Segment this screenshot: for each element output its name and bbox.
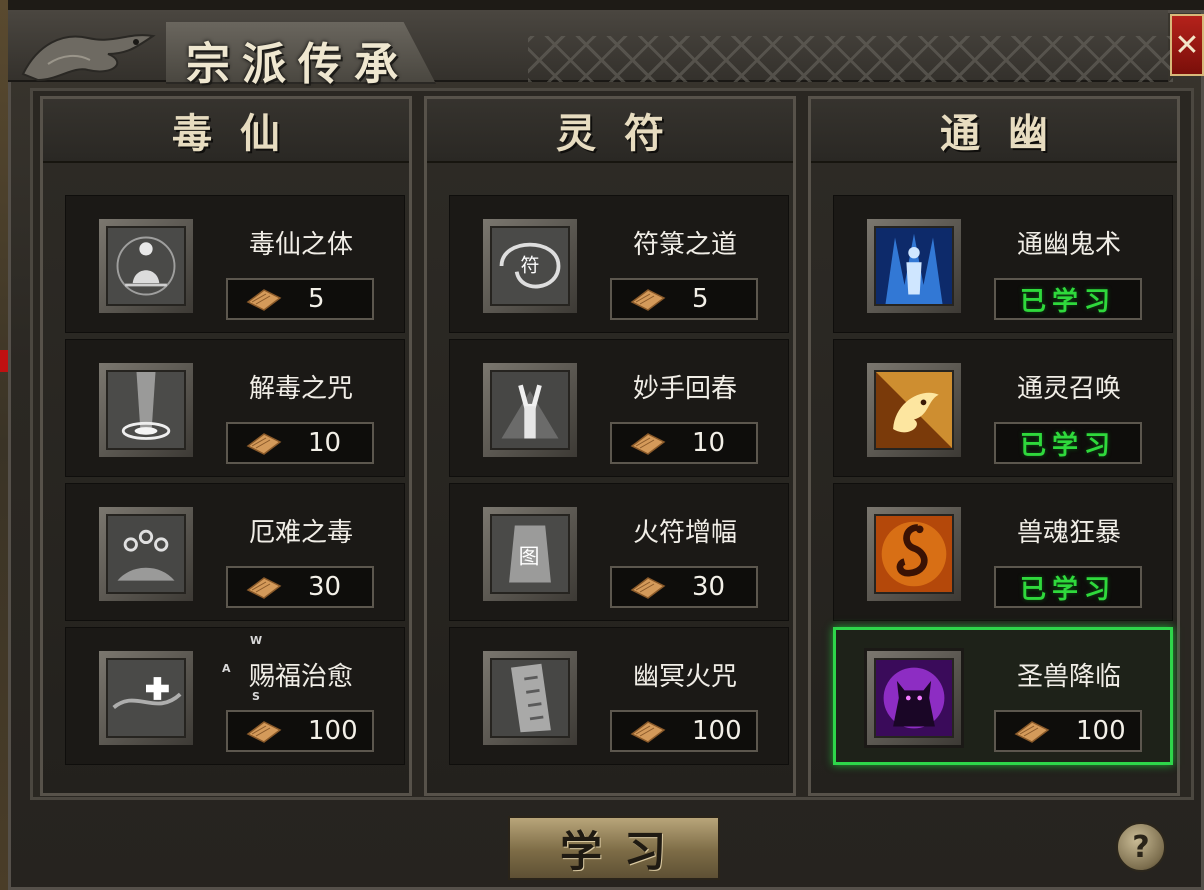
skill-icon-frame: 符 — [480, 216, 580, 316]
skill-icon-frame — [96, 648, 196, 748]
skill-card[interactable]: 通灵召唤 已学习 — [833, 339, 1173, 477]
window-title: 宗派传承 — [186, 39, 410, 90]
scroll-currency-icon — [630, 433, 666, 455]
skill-card[interactable]: 赐福治愈 100 W A S — [65, 627, 405, 765]
skill-card[interactable]: 图 火符增幅 30 — [449, 483, 789, 621]
key-hint-w: W — [250, 634, 263, 647]
edge-marker — [0, 350, 8, 372]
skill-name: 圣兽降临 — [1016, 662, 1121, 692]
skill-cost-box: 30 — [226, 566, 374, 608]
skill-icon-frame — [864, 504, 964, 604]
key-hint-s: S — [252, 690, 260, 703]
skill-cost-box: 100 — [610, 710, 758, 752]
skill-cost-box: 100 — [994, 710, 1142, 752]
skill-card[interactable]: 幽冥火咒 100 — [449, 627, 789, 765]
learned-badge: 已学习 — [994, 422, 1142, 464]
skill-name: 厄难之毒 — [248, 518, 353, 548]
skill-cost-box: 100 — [226, 710, 374, 752]
skill-icon-frame — [96, 504, 196, 604]
ghost-aura-icon — [876, 228, 952, 304]
learned-badge: 已学习 — [994, 566, 1142, 608]
skill-card[interactable]: 通幽鬼术 已学习 — [833, 195, 1173, 333]
close-button[interactable]: ✕ — [1170, 14, 1204, 76]
skill-name: 解毒之咒 — [248, 374, 353, 404]
skill-cost: 5 — [692, 284, 709, 314]
skill-icon-frame — [96, 360, 196, 460]
skill-name: 妙手回春 — [632, 374, 737, 404]
scroll-currency-icon — [630, 289, 666, 311]
skill-name: 符箓之道 — [632, 230, 737, 260]
talisman-swirl-icon: 符 — [492, 228, 568, 304]
scroll-charm-icon — [492, 660, 568, 736]
skill-icon-frame: 图 — [480, 504, 580, 604]
scroll-currency-icon — [246, 433, 282, 455]
skill-cost: 30 — [692, 572, 726, 602]
svg-text:图: 图 — [519, 545, 540, 569]
skill-cost-box: 5 — [226, 278, 374, 320]
scroll-currency-icon — [246, 577, 282, 599]
skill-card[interactable]: 兽魂狂暴 已学习 — [833, 483, 1173, 621]
meditating-figure-icon — [108, 228, 184, 304]
window-header: 宗派传承 — [8, 10, 1173, 90]
scroll-currency-icon — [1014, 721, 1050, 743]
scroll-currency-icon — [630, 577, 666, 599]
skill-cost: 10 — [692, 428, 726, 458]
skill-name: 通灵召唤 — [1016, 374, 1121, 404]
skill-name: 毒仙之体 — [248, 230, 353, 260]
skill-card[interactable]: 厄难之毒 30 — [65, 483, 405, 621]
skill-name: 赐福治愈 — [248, 662, 353, 692]
skill-cost-box: 10 — [610, 422, 758, 464]
skill-card-selected[interactable]: 圣兽降临 100 — [833, 627, 1173, 765]
skill-icon-frame — [480, 360, 580, 460]
column-title: 灵符 — [427, 99, 793, 163]
skill-name: 通幽鬼术 — [1016, 230, 1121, 260]
fire-serpent-icon — [876, 516, 952, 592]
fire-beast-icon — [876, 372, 952, 448]
left-edge-strip — [0, 0, 8, 890]
skill-card[interactable]: 符 符箓之道 5 — [449, 195, 789, 333]
skill-cost: 5 — [308, 284, 325, 314]
skill-icon-frame — [864, 360, 964, 460]
header-pattern — [528, 36, 1173, 82]
skill-card[interactable]: 毒仙之体 5 — [65, 195, 405, 333]
skill-icon-frame — [480, 648, 580, 748]
learn-button[interactable]: 学习 — [508, 816, 720, 880]
skill-cost: 100 — [1076, 716, 1126, 746]
skill-cost: 100 — [308, 716, 358, 746]
skill-name: 兽魂狂暴 — [1016, 518, 1121, 548]
column-poison-immortal: 毒仙 毒仙之体 5 解毒之咒 10 厄难之毒 30 赐福治愈 100 W A S — [40, 96, 412, 796]
column-ghost-communion: 通幽 通幽鬼术 已学习 通灵召唤 已学习 兽魂狂暴 已学习 圣兽降临 100 — [808, 96, 1180, 796]
learned-badge: 已学习 — [994, 278, 1142, 320]
skill-card[interactable]: 妙手回春 10 — [449, 339, 789, 477]
scroll-currency-icon — [246, 289, 282, 311]
raised-hands-icon — [492, 372, 568, 448]
column-title: 毒仙 — [43, 99, 409, 163]
skill-cost: 30 — [308, 572, 342, 602]
skill-name: 火符增幅 — [632, 518, 737, 548]
column-spirit-talisman: 灵符 符 符箓之道 5 妙手回春 10 图 火符增幅 30 幽冥火咒 100 — [424, 96, 796, 796]
help-button[interactable]: ? — [1116, 822, 1166, 872]
skill-name: 幽冥火咒 — [632, 662, 737, 692]
scroll-currency-icon — [246, 721, 282, 743]
skill-cost: 100 — [692, 716, 742, 746]
skill-cost: 10 — [308, 428, 342, 458]
key-hint-a: A — [222, 662, 231, 675]
skill-icon-frame — [864, 216, 964, 316]
scroll-currency-icon — [630, 721, 666, 743]
skill-cost-box: 10 — [226, 422, 374, 464]
column-title: 通幽 — [811, 99, 1177, 163]
poison-flames-icon — [108, 516, 184, 592]
fire-talisman-icon: 图 — [492, 516, 568, 592]
svg-text:符: 符 — [521, 255, 540, 277]
light-pillar-icon — [108, 372, 184, 448]
skill-cost-box: 5 — [610, 278, 758, 320]
dragon-ornament-icon — [21, 34, 156, 82]
skill-icon-frame — [96, 216, 196, 316]
skill-cost-box: 30 — [610, 566, 758, 608]
skill-icon-frame — [864, 648, 964, 748]
demon-beast-icon — [876, 660, 952, 736]
skill-card[interactable]: 解毒之咒 10 — [65, 339, 405, 477]
healing-cross-icon — [108, 660, 184, 736]
